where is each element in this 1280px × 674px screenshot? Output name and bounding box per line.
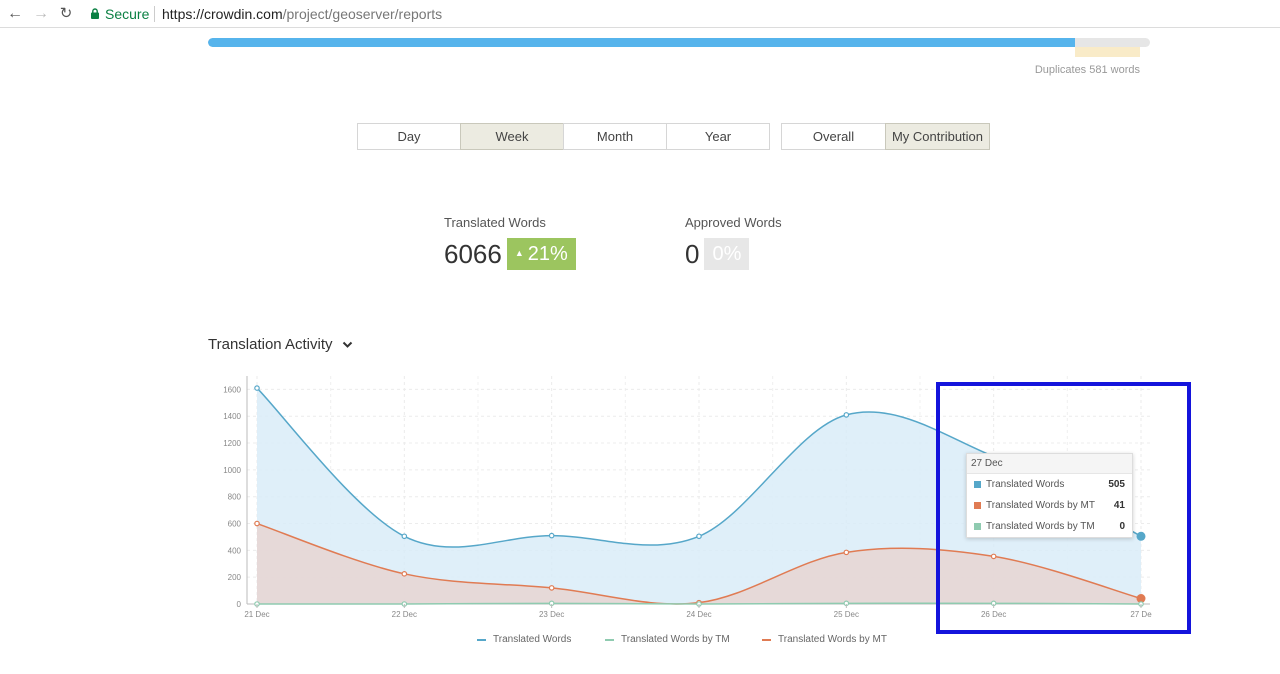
y-tick-label: 1400 [223, 412, 241, 421]
legend-label: Translated Words by MT [778, 634, 887, 645]
chart-legend: Translated Words Translated Words by TM Tr… [0, 634, 1280, 648]
progress-fill [208, 38, 1075, 47]
period-day-button[interactable]: Day [357, 123, 461, 150]
reload-icon[interactable]: ↻ [57, 5, 75, 23]
data-point [548, 585, 555, 591]
legend-line-icon [762, 638, 771, 641]
y-tick-label: 200 [228, 573, 242, 582]
forward-arrow-icon[interactable]: → [32, 5, 50, 23]
approved-change-badge: 0% [704, 238, 750, 270]
browser-address-bar: ← → ↻ Secure https://crowdin.com/project… [0, 0, 1280, 28]
up-arrow-icon: ▲ [514, 247, 524, 258]
period-week-button[interactable]: Week [460, 123, 564, 150]
section-title: Translation Activity [208, 336, 333, 353]
y-tick-label: 1000 [223, 466, 241, 475]
period-button-group: Day Week Month Year [357, 123, 770, 150]
highlight-box [936, 382, 1191, 634]
legend-item[interactable]: Translated Words [477, 634, 571, 645]
legend-item[interactable]: Translated Words by MT [762, 634, 887, 645]
data-point [843, 549, 850, 556]
period-month-button[interactable]: Month [563, 123, 667, 150]
url-host: https://crowdin.com [162, 6, 283, 22]
x-tick-label: 21 Dec [244, 610, 269, 619]
approved-words-value: 0 [685, 238, 700, 269]
url-path: /project/geoserver/reports [282, 6, 443, 22]
x-tick-label: 23 Dec [539, 610, 564, 619]
approved-words-label: Approved Words [685, 215, 782, 230]
duplicates-label: Duplicates 581 words [1034, 64, 1140, 76]
progress-duplicates-segment [1075, 47, 1140, 57]
back-arrow-icon[interactable]: ← [6, 5, 24, 23]
scope-overall-button[interactable]: Overall [781, 123, 886, 150]
data-point [254, 520, 260, 527]
approved-change-value: 0% [712, 243, 742, 265]
translated-words-stat: Translated Words 6066 ▲ 21% [444, 215, 576, 270]
url-text: https://crowdin.com/project/geoserver/re… [162, 6, 442, 22]
y-tick-label: 600 [228, 520, 242, 529]
y-tick-label: 1200 [223, 439, 241, 448]
y-tick-label: 400 [228, 546, 242, 555]
data-point [696, 533, 702, 540]
scope-button-group: Overall My Contribution [781, 123, 990, 150]
legend-line-icon [605, 638, 614, 641]
approved-words-stat: Approved Words 0 0% [685, 215, 782, 270]
data-point [401, 571, 408, 577]
lock-icon [91, 8, 99, 19]
x-tick-label: 22 Dec [392, 610, 417, 619]
secure-label: Secure [105, 6, 150, 22]
x-tick-label: 25 Dec [834, 610, 859, 619]
data-point [401, 533, 408, 540]
y-tick-label: 1600 [223, 385, 241, 394]
translated-change-badge: ▲ 21% [506, 238, 576, 270]
x-tick-label: 24 Dec [686, 610, 711, 619]
data-point [548, 532, 555, 539]
legend-item[interactable]: Translated Words by TM [605, 634, 730, 645]
translation-progress-bar [208, 38, 1150, 47]
translated-words-value: 6066 [444, 238, 502, 269]
period-year-button[interactable]: Year [666, 123, 770, 150]
data-point [254, 385, 260, 391]
legend-label: Translated Words by TM [621, 634, 730, 645]
url-separator [154, 6, 155, 22]
scope-my-contribution-button[interactable]: My Contribution [885, 123, 990, 150]
data-point [843, 412, 850, 418]
y-tick-label: 800 [228, 493, 242, 502]
translated-words-label: Translated Words [444, 215, 546, 230]
chevron-down-icon [342, 341, 352, 348]
legend-line-icon [477, 638, 486, 641]
y-tick-label: 0 [237, 600, 242, 609]
url-field[interactable]: Secure https://crowdin.com/project/geose… [82, 3, 1272, 25]
translation-activity-dropdown[interactable]: Translation Activity [208, 336, 353, 353]
legend-label: Translated Words [493, 634, 572, 645]
translated-change-value: 21% [527, 243, 568, 265]
